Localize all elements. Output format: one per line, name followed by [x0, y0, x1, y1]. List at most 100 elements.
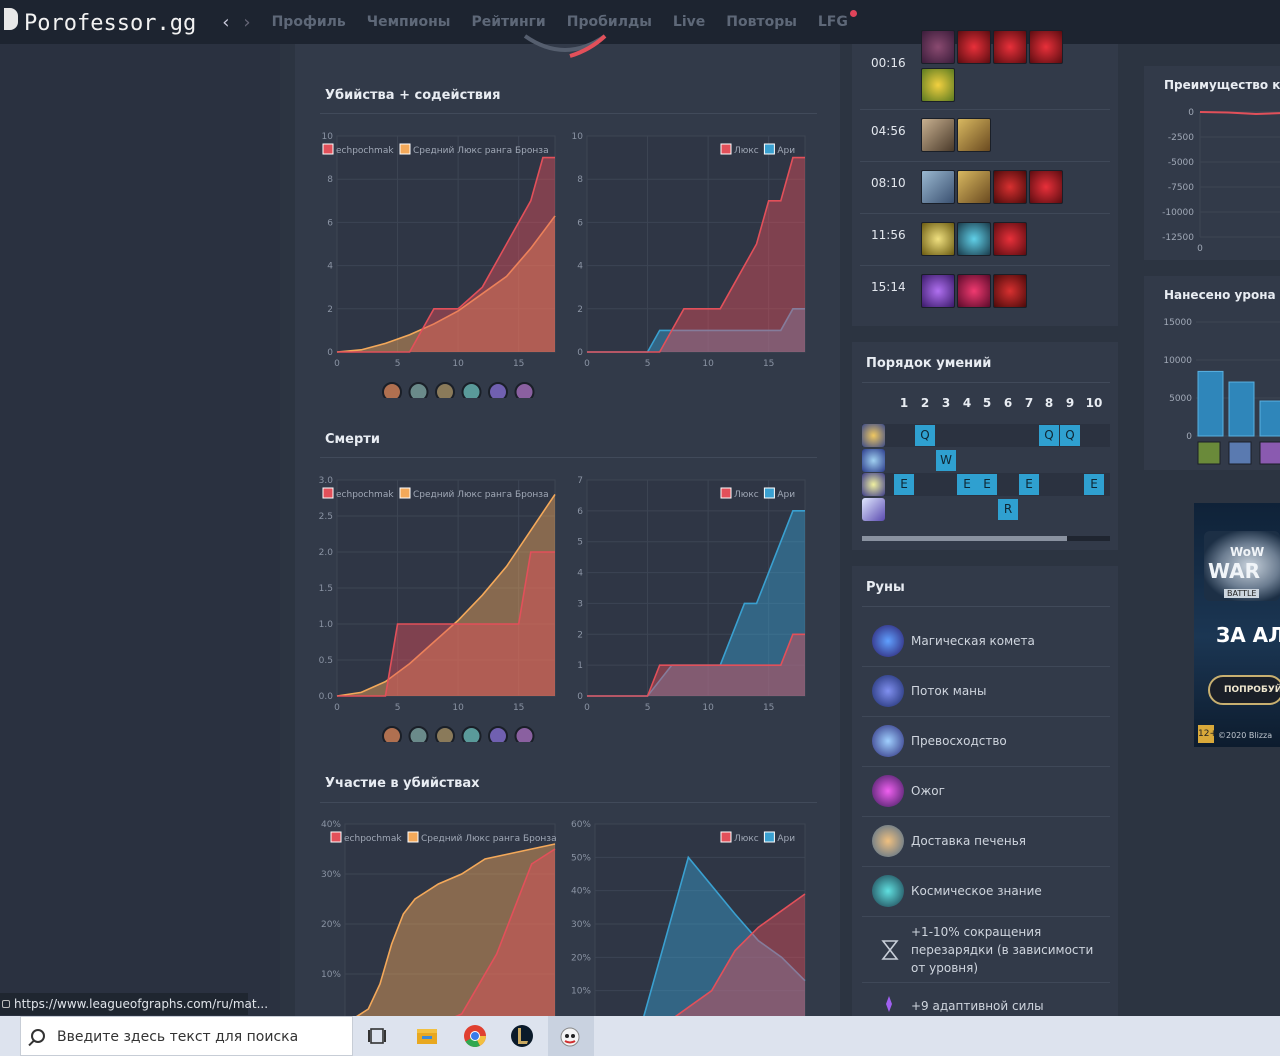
y-tick-label: 1.0 [319, 620, 334, 630]
y-tick-label: 0 [577, 692, 583, 702]
y-tick-label: 0 [577, 348, 583, 358]
control-ward-icon[interactable] [993, 170, 1027, 204]
y-tick-label: -7500 [1168, 183, 1194, 193]
y-tick-label: 1.5 [319, 584, 333, 594]
level-number: 2 [920, 396, 930, 410]
item-icon[interactable] [921, 30, 955, 64]
ad-button[interactable]: ПОПРОБУЙ [1208, 675, 1280, 705]
section-title-kill-participation: Участие в убийствах [325, 776, 480, 791]
skill-scrollbar[interactable] [862, 536, 1110, 541]
legend-label: Средний Люкс ранга Бронза [413, 490, 549, 500]
item-build-timeline: 00:16 04:56 08:10 11:56 15:14 [852, 30, 1118, 326]
porofessor-app-icon[interactable] [558, 1024, 582, 1048]
legend-swatch [399, 143, 411, 155]
item-icons [921, 274, 1027, 308]
ad-tag: BATTLE [1224, 589, 1260, 598]
skill-q-icon [862, 424, 885, 447]
item-icon[interactable] [957, 222, 991, 256]
cosmic-insight-icon [872, 875, 904, 907]
level-number: 10 [1085, 396, 1103, 410]
search-placeholder: Введите здесь текст для поиска [57, 1029, 299, 1045]
level-number: 3 [941, 396, 951, 410]
nav-link-replays[interactable]: Повторы [726, 14, 797, 30]
rune-row[interactable]: Доставка печенья [862, 817, 1110, 867]
chart-kills-assists-player: 0 2 4 6 8 10 0 5 10 15 echpochmak Средний Люкс ранг… [322, 132, 556, 398]
chrome-icon[interactable] [463, 1024, 487, 1048]
site-logo[interactable]: Porofessor.gg [4, 8, 196, 36]
nav-link-lfg[interactable]: LFG [817, 10, 857, 30]
runes-title: Руны [866, 580, 905, 595]
chart-kill-participation-player: 10% 20% 30% 40%echpochmak Средний Люкс ранга… [321, 820, 557, 1016]
tome-icon[interactable] [957, 170, 991, 204]
y-tick-label: 0 [1186, 432, 1192, 442]
x-tick-label: 5 [645, 703, 651, 712]
y-tick-label: 10 [322, 132, 334, 142]
rune-row[interactable]: Поток маны [862, 667, 1110, 717]
nav-link-probuilds[interactable]: Пробилды [567, 14, 652, 30]
champion-portrait-icon [461, 382, 482, 398]
x-tick-label: 5 [395, 703, 401, 713]
level-number: 4 [962, 396, 972, 410]
y-tick-label: 6 [327, 218, 333, 228]
wand-icon[interactable] [921, 222, 955, 256]
y-tick-label: 5 [577, 538, 583, 548]
y-tick-label: 50% [571, 853, 591, 863]
rune-row[interactable]: +1-10% сокращения перезарядки (в зависим… [862, 917, 1110, 983]
y-tick-label: 3 [577, 599, 583, 609]
champion-portrait-icon [514, 382, 535, 398]
rune-row[interactable]: Ожог [862, 767, 1110, 817]
legend-label: Люкс [734, 490, 759, 500]
nav-link-lfg-label: LFG [817, 14, 848, 30]
y-tick-label: 0 [1188, 108, 1194, 118]
y-tick-label: 6 [577, 507, 583, 517]
level-number: 5 [982, 396, 992, 410]
taskbar-search-input[interactable]: Введите здесь текст для поиска [20, 1016, 353, 1056]
y-tick-label: 2.5 [319, 512, 333, 522]
x-tick-label: 15 [513, 703, 524, 713]
rune-row[interactable]: Космическое знание [862, 867, 1110, 917]
health-potion-icon[interactable] [957, 30, 991, 64]
health-potion-icon[interactable] [1029, 170, 1063, 204]
health-potion-icon[interactable] [993, 30, 1027, 64]
nav-link-live[interactable]: Live [673, 14, 705, 30]
champion-portrait-icon [461, 726, 482, 742]
control-ward-icon[interactable] [993, 274, 1027, 308]
ad-banner[interactable]: WoW WAR BATTLE ЗА АЛ ПОПРОБУЙ 12+ ©2020 B… [1194, 503, 1280, 747]
boots-icon[interactable] [921, 118, 955, 152]
tome-icon[interactable] [957, 118, 991, 152]
chart-deaths-lane: 0 1 2 3 4 5 6 7 0 5 10 15 Люкс Ари [577, 476, 806, 712]
nav-link-champions[interactable]: Чемпионы [367, 14, 451, 30]
nav-link-profile[interactable]: Профиль [272, 14, 346, 30]
y-tick-label: 15000 [1163, 318, 1192, 328]
file-explorer-icon[interactable] [415, 1024, 439, 1048]
runes-panel: Руны Магическая комета Поток маны Превос… [852, 566, 1118, 1016]
x-tick-label: 15 [513, 359, 524, 369]
y-tick-label: 10% [321, 970, 341, 980]
legend-swatch [720, 487, 732, 499]
trinket-ward-icon[interactable] [921, 68, 955, 102]
nav-link-ratings[interactable]: Рейтинги [471, 14, 545, 30]
nav-back-arrow-icon[interactable]: ‹ [222, 12, 229, 33]
item-icon[interactable] [921, 274, 955, 308]
nav-forward-arrow-icon[interactable]: › [243, 12, 250, 33]
league-client-icon[interactable] [510, 1024, 534, 1048]
health-potion-icon[interactable] [1029, 30, 1063, 64]
champion-icon [1228, 441, 1252, 465]
y-tick-label: 2 [327, 305, 333, 315]
left-background [0, 44, 280, 1016]
chart-deaths-player: 0.0 0.5 1.0 1.5 2.0 2.5 3.0 0 5 10 15 echpochmak Сре… [319, 476, 556, 742]
item-icon[interactable] [957, 274, 991, 308]
rune-row[interactable]: Превосходство [862, 717, 1110, 767]
health-potion-icon[interactable] [993, 222, 1027, 256]
rune-label: Превосходство [911, 734, 1007, 748]
y-tick-label: 3.0 [319, 476, 334, 486]
rune-row[interactable]: Магическая комета [862, 617, 1110, 667]
book-icon[interactable] [921, 170, 955, 204]
section-title-kills-assists: Убийства + содействия [325, 88, 501, 103]
champion-portrait-icon [435, 382, 455, 398]
legend-swatch [763, 831, 775, 843]
task-view-icon[interactable] [366, 1024, 390, 1048]
damage-bar [1228, 381, 1255, 437]
manaflow-band-icon [872, 675, 904, 707]
scrollbar-thumb[interactable] [862, 536, 1067, 541]
